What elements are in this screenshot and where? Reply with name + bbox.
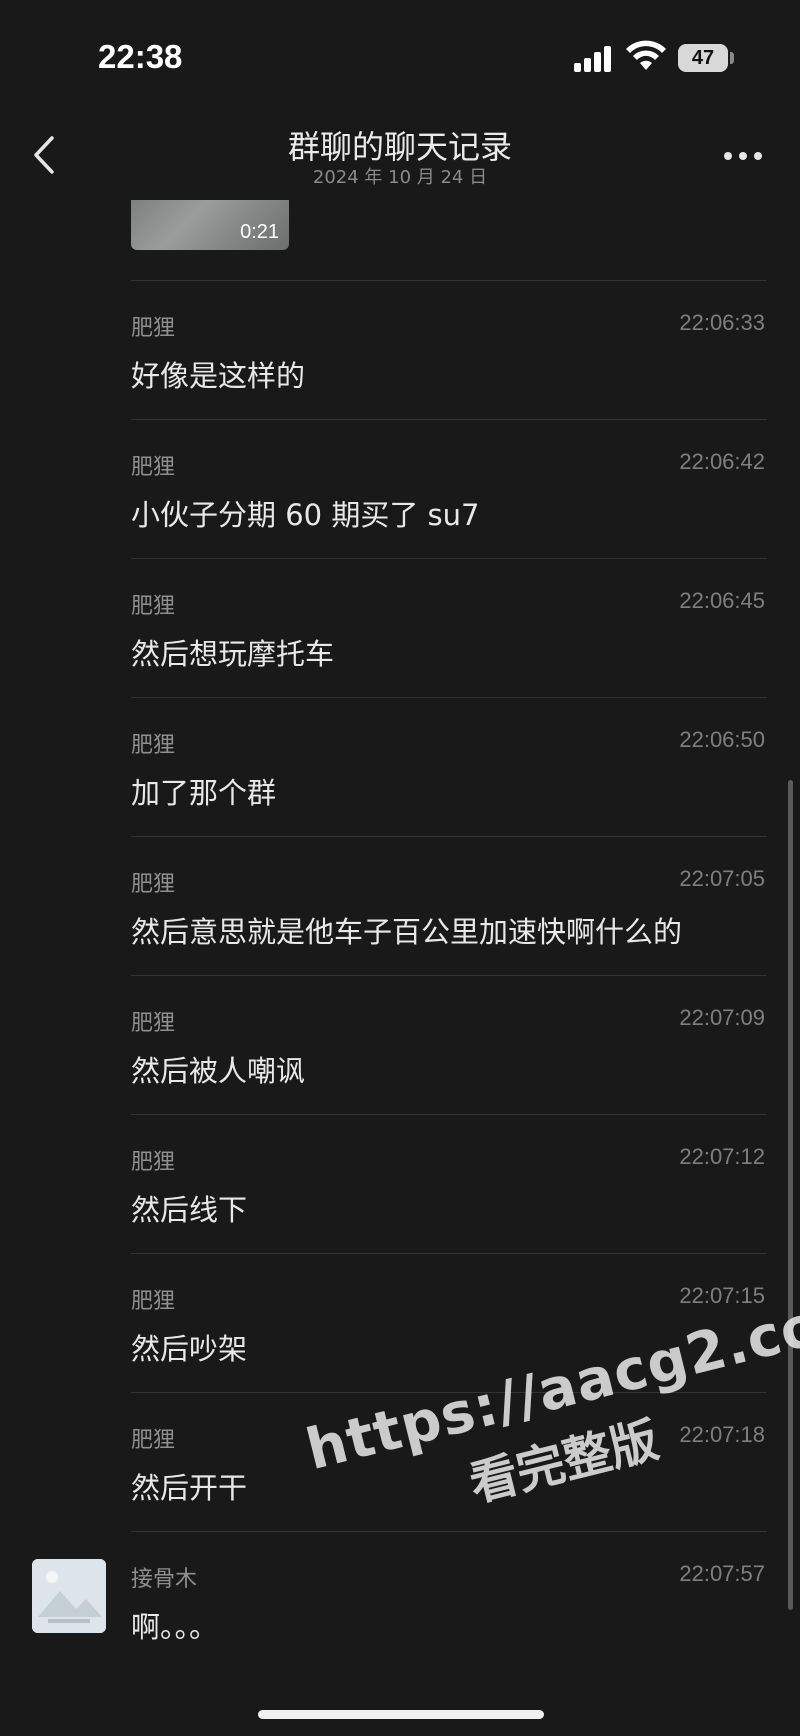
more-options-icon[interactable] <box>722 140 764 170</box>
divider <box>131 1114 767 1115</box>
message-time: 22:07:18 <box>679 1422 765 1447</box>
list-item[interactable]: 肥狸 22:06:45 然后想玩摩托车 <box>131 558 767 697</box>
nav-bar: 群聊的聊天记录 2024 年 10 月 24 日 <box>0 110 800 200</box>
divider <box>131 975 767 976</box>
image-placeholder-icon <box>32 1559 106 1633</box>
message-time: 22:07:05 <box>679 866 765 891</box>
divider <box>131 419 767 420</box>
avatar[interactable] <box>32 1559 106 1633</box>
message-text: 然后开干 <box>131 1471 248 1505</box>
chat-history-list[interactable]: 0:21 肥狸 22:06:33 好像是这样的 肥狸 22:06:42 小伙子分… <box>0 200 800 1736</box>
status-time: 22:38 <box>98 38 183 75</box>
scrollbar[interactable] <box>788 780 793 1610</box>
message-text: 然后想玩摩托车 <box>131 637 335 671</box>
divider <box>131 697 767 698</box>
battery-tip <box>730 52 734 64</box>
sender-name: 肥狸 <box>131 1011 176 1036</box>
message-time: 22:07:09 <box>679 1005 765 1030</box>
sender-name: 肥狸 <box>131 455 176 480</box>
message-text: 然后线下 <box>131 1193 248 1227</box>
sender-name: 肥狸 <box>131 1428 176 1453</box>
sender-name: 肥狸 <box>131 1289 176 1314</box>
message-time: 22:06:50 <box>679 727 765 752</box>
sender-name: 肥狸 <box>131 594 176 619</box>
message-time: 22:06:42 <box>679 449 765 474</box>
message-time: 22:07:15 <box>679 1283 765 1308</box>
divider <box>131 1531 767 1532</box>
message-text: 加了那个群 <box>131 776 277 810</box>
page-title: 群聊的聊天记录 <box>287 128 512 166</box>
list-item[interactable]: 肥狸 22:06:50 加了那个群 <box>131 697 767 836</box>
message-time: 22:06:45 <box>679 588 765 613</box>
list-item[interactable]: 肥狸 22:07:09 然后被人嘲讽 <box>131 975 767 1114</box>
home-indicator[interactable] <box>258 1710 544 1719</box>
list-item[interactable]: 肥狸 22:07:15 然后吵架 <box>131 1253 767 1392</box>
divider <box>131 836 767 837</box>
battery-icon: 47 <box>678 44 728 72</box>
list-item[interactable]: 接骨木 22:07:57 啊。。。 <box>131 1531 767 1670</box>
list-item[interactable]: 肥狸 22:06:42 小伙子分期 60 期买了 su7 <box>131 419 767 558</box>
video-thumbnail[interactable]: 0:21 <box>131 200 289 250</box>
message-time: 22:07:57 <box>679 1561 765 1586</box>
list-item[interactable]: 肥狸 22:07:12 然后线下 <box>131 1114 767 1253</box>
list-item[interactable]: 肥狸 22:07:05 然后意思就是他车子百公里加速快啊什么的 <box>131 836 767 975</box>
list-item[interactable]: 肥狸 22:06:33 好像是这样的 <box>131 280 767 419</box>
cellular-signal-icon <box>574 44 614 72</box>
status-bar: 22:38 47 <box>0 0 800 110</box>
message-text: 小伙子分期 60 期买了 su7 <box>131 498 480 532</box>
sender-name: 肥狸 <box>131 872 176 897</box>
sender-name: 接骨木 <box>131 1567 198 1592</box>
message-time: 22:06:33 <box>679 310 765 335</box>
divider <box>131 558 767 559</box>
message-text: 然后吵架 <box>131 1332 248 1366</box>
video-duration: 0:21 <box>240 221 279 243</box>
list-item[interactable]: 肥狸 22:07:18 然后开干 <box>131 1392 767 1531</box>
wifi-icon <box>626 40 666 70</box>
sender-name: 肥狸 <box>131 733 176 758</box>
divider <box>131 280 767 281</box>
divider <box>131 1253 767 1254</box>
page-subtitle-date: 2024 年 10 月 24 日 <box>312 167 488 188</box>
divider <box>131 1392 767 1393</box>
message-text: 然后意思就是他车子百公里加速快啊什么的 <box>131 915 683 949</box>
message-text: 好像是这样的 <box>131 359 306 393</box>
sender-name: 肥狸 <box>131 1150 176 1175</box>
message-text: 然后被人嘲讽 <box>131 1054 306 1088</box>
sender-name: 肥狸 <box>131 316 176 341</box>
message-text: 啊。。。 <box>131 1610 219 1644</box>
message-time: 22:07:12 <box>679 1144 765 1169</box>
